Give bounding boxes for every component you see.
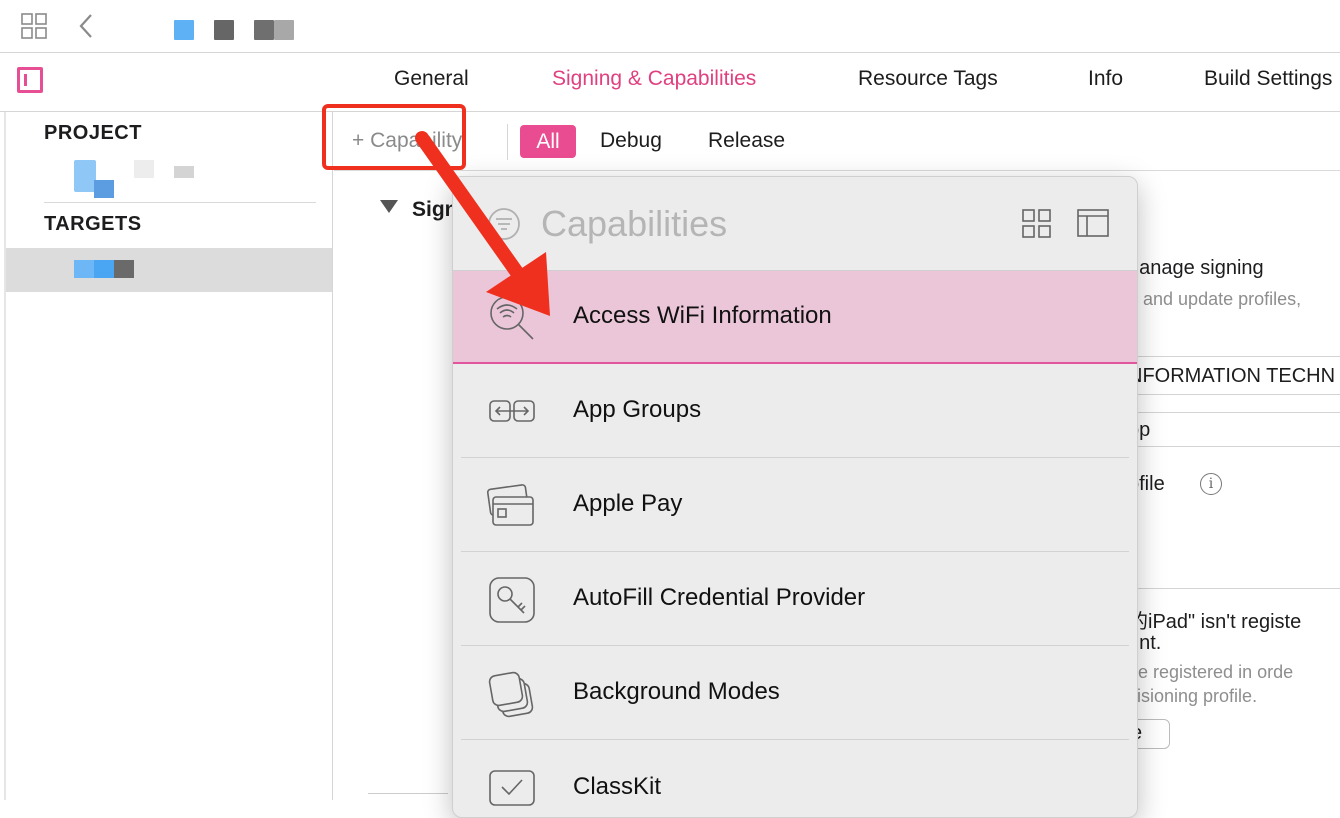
- row-divider: [461, 644, 1129, 646]
- capability-label: App Groups: [573, 396, 702, 423]
- capability-label: Access WiFi Information: [573, 302, 832, 329]
- redacted-project-name: [134, 160, 154, 178]
- project-header: PROJECT: [44, 122, 142, 144]
- row-divider: [461, 738, 1129, 740]
- app-groups-icon: [489, 400, 535, 422]
- key-icon: [489, 577, 535, 623]
- capability-row-background-modes[interactable]: Background Modes: [453, 647, 1137, 740]
- target-row-selected[interactable]: [6, 248, 332, 292]
- editor-tab-bar: General Signing & Capabilities Resource …: [0, 53, 1340, 112]
- back-chevron-icon[interactable]: [76, 12, 96, 40]
- tab-info[interactable]: Info: [1088, 67, 1123, 91]
- tab-general[interactable]: General: [394, 67, 469, 91]
- detail-view-icon[interactable]: [1077, 209, 1109, 237]
- annotation-arrow-icon: [415, 131, 550, 316]
- capability-row-app-groups[interactable]: App Groups: [453, 365, 1137, 458]
- capability-label: Apple Pay: [573, 490, 683, 517]
- status-text: 的iPad" isn't registe: [1128, 611, 1302, 633]
- capability-row-classkit[interactable]: ClassKit: [453, 741, 1137, 817]
- sidebar-toggle-icon[interactable]: [17, 67, 43, 93]
- filter-release-button[interactable]: Release: [708, 129, 785, 153]
- redacted-file-icon: [174, 20, 194, 40]
- redacted-file-icon: [214, 20, 234, 40]
- field-border: [1128, 394, 1340, 395]
- sidebar-divider: [44, 202, 316, 203]
- status-detail-text: be registered in orde: [1128, 662, 1294, 682]
- disclosure-triangle-icon[interactable]: [380, 200, 398, 213]
- grid-icon[interactable]: [20, 12, 48, 40]
- tab-build-settings[interactable]: Build Settings: [1204, 67, 1332, 91]
- row-divider: [461, 550, 1129, 552]
- project-navigator: PROJECT TARGETS: [0, 112, 333, 800]
- section-divider: [368, 793, 448, 794]
- redacted-target-icon: [74, 260, 94, 278]
- section-divider: [1128, 588, 1340, 589]
- redacted-target-icon: [94, 260, 114, 278]
- tab-resource-tags[interactable]: Resource Tags: [858, 67, 998, 91]
- filter-debug-button[interactable]: Debug: [600, 129, 662, 153]
- redacted-file-icon: [254, 20, 274, 40]
- classkit-icon: [489, 770, 535, 806]
- row-divider: [461, 456, 1129, 458]
- capability-row-autofill[interactable]: AutoFill Credential Provider: [453, 553, 1137, 646]
- info-icon[interactable]: i: [1200, 473, 1222, 495]
- tab-signing-capabilities[interactable]: Signing & Capabilities: [552, 67, 756, 91]
- team-field[interactable]: NFORMATION TECHN: [1128, 365, 1335, 388]
- field-border: [1128, 412, 1340, 413]
- redacted-file-icon: [274, 20, 294, 40]
- field-border: [1128, 446, 1340, 447]
- grid-view-icon[interactable]: [1022, 209, 1052, 239]
- capability-label: AutoFill Credential Provider: [573, 584, 866, 611]
- signing-text: nanage signing: [1128, 257, 1264, 279]
- stacked-squares-icon: [488, 671, 534, 718]
- capability-label: ClassKit: [573, 773, 662, 800]
- targets-header: TARGETS: [44, 213, 142, 235]
- signing-text: e and update profiles,: [1128, 289, 1302, 309]
- redacted-target-icon: [114, 260, 134, 278]
- window-toolbar: [0, 0, 1340, 53]
- capability-row-apple-pay[interactable]: Apple Pay: [453, 459, 1137, 552]
- field-border: [1128, 356, 1340, 357]
- credit-card-icon: [487, 484, 534, 526]
- redacted-project-name: [174, 166, 194, 178]
- capability-label: Background Modes: [573, 678, 780, 705]
- status-detail-text: visioning profile.: [1128, 686, 1258, 706]
- project-icon[interactable]: [74, 160, 114, 198]
